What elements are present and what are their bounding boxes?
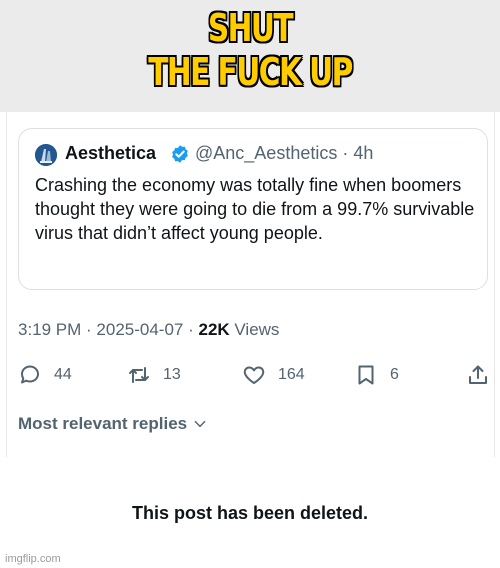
post-text: Crashing the economy was totally fine wh… — [35, 175, 475, 243]
bookmark-button[interactable]: 6 — [354, 362, 399, 388]
share-icon — [469, 365, 487, 384]
bookmark-count: 6 — [390, 366, 399, 383]
reply-button[interactable]: 44 — [18, 362, 72, 388]
divider-left — [6, 112, 7, 457]
views-label: Views — [229, 320, 280, 339]
share-button[interactable] — [466, 362, 490, 388]
watermark: imgflip.com — [5, 553, 61, 565]
divider-right — [494, 112, 495, 457]
heart-icon — [243, 366, 265, 384]
handle-and-time[interactable]: @Anc_Aesthetics · 4h — [195, 143, 373, 164]
repost-icon — [129, 367, 149, 383]
chevron-down-icon — [194, 420, 206, 428]
reply-count: 44 — [54, 366, 72, 383]
repost-button[interactable]: 13 — [127, 362, 181, 388]
deleted-post-panel: This post has been deleted. — [12, 458, 488, 568]
verified-badge-icon — [172, 145, 188, 163]
repost-count: 13 — [163, 366, 181, 383]
replies-sort-label: Most relevant replies — [18, 414, 188, 433]
like-count: 164 — [278, 366, 305, 383]
avatar[interactable] — [35, 144, 57, 166]
caption-line-1: SHUT — [207, 6, 294, 50]
reply-icon — [21, 365, 39, 384]
timestamp[interactable]: 3:19 PM · 2025-04-07 · — [18, 320, 198, 339]
caption-line-2: THE FUCK UP — [148, 50, 353, 94]
bookmark-icon — [358, 365, 374, 385]
post-meta: 3:19 PM · 2025-04-07 · 22K Views — [18, 320, 279, 340]
like-button[interactable]: 164 — [242, 362, 305, 388]
replies-sort-dropdown[interactable]: Most relevant replies — [18, 414, 207, 434]
meme-caption: SHUT THE FUCK UP — [55, 6, 445, 94]
deleted-post-notice: This post has been deleted. — [131, 503, 369, 523]
views-count: 22K — [198, 320, 230, 339]
display-name[interactable]: Aesthetica — [65, 143, 156, 164]
quoted-post-card[interactable]: Aesthetica @Anc_Aesthetics · 4h Crashing… — [18, 128, 488, 290]
